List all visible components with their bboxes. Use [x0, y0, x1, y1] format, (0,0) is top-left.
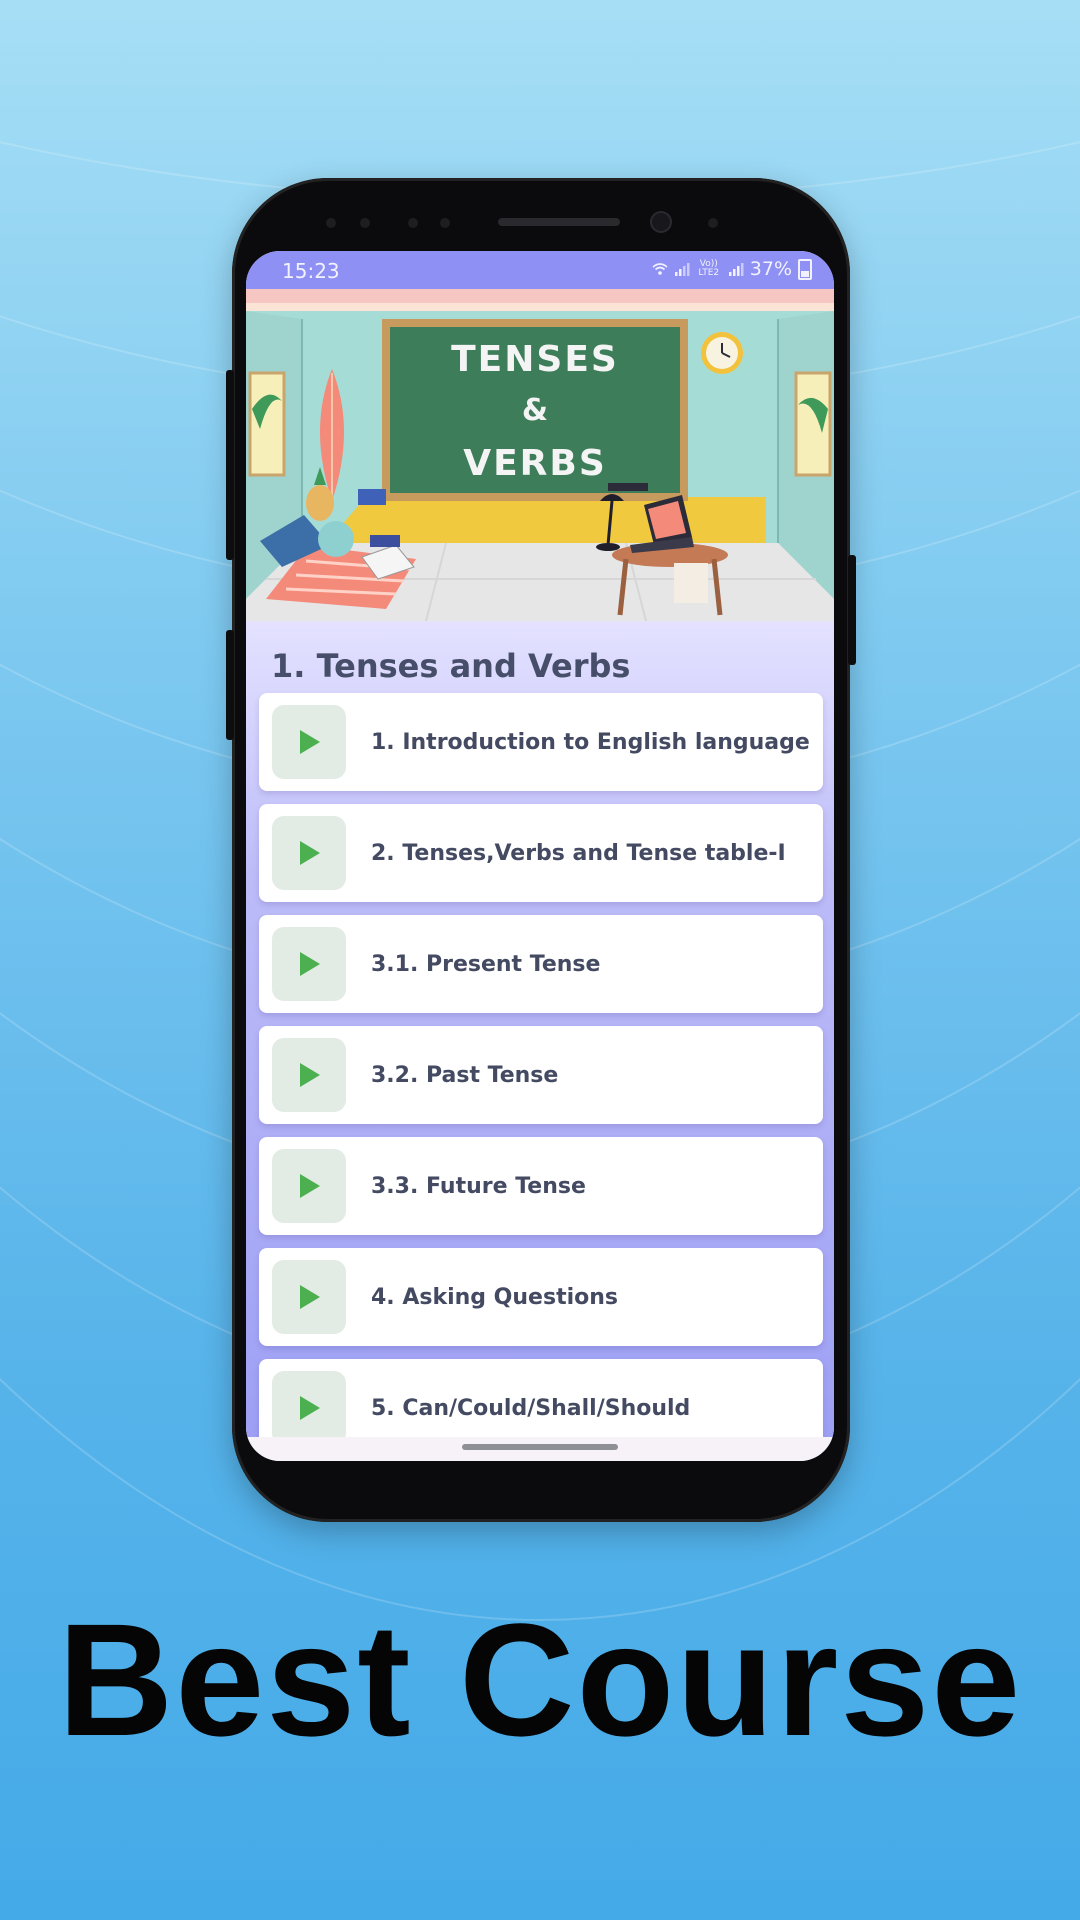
lesson-label: 3.1. Present Tense	[371, 951, 601, 977]
sensor-dot	[326, 218, 336, 228]
lesson-label: 5. Can/Could/Shall/Should	[371, 1395, 691, 1421]
lesson-item[interactable]: 3.3. Future Tense	[259, 1137, 823, 1235]
play-button[interactable]	[272, 705, 346, 779]
phone-screen: 15:23 Vo)) LTE2 37% TENSES & VERBS 1. Te…	[246, 251, 834, 1461]
play-button[interactable]	[272, 1260, 346, 1334]
status-icons: Vo)) LTE2 37%	[652, 258, 812, 280]
battery-icon	[798, 258, 812, 280]
promo-tagline: Best Course	[57, 1590, 1023, 1769]
front-camera	[652, 213, 670, 231]
board-line-2: &	[522, 393, 548, 428]
lesson-item[interactable]: 2. Tenses,Verbs and Tense table-I	[259, 804, 823, 902]
signal-icon	[674, 263, 690, 276]
lesson-list-panel: 1. Tenses and Verbs 1. Introduction to E…	[246, 621, 834, 1461]
board-line-3: VERBS	[463, 443, 607, 484]
volume-button	[226, 370, 234, 560]
status-bar: 15:23 Vo)) LTE2 37%	[246, 251, 834, 289]
sensor-dot	[440, 218, 450, 228]
sensor-dot	[708, 218, 718, 228]
board-line-1: TENSES	[451, 339, 619, 380]
lesson-label: 2. Tenses,Verbs and Tense table-I	[371, 840, 786, 866]
play-button[interactable]	[272, 1038, 346, 1112]
lesson-item[interactable]: 1. Introduction to English language	[259, 693, 823, 791]
lesson-item[interactable]: 4. Asking Questions	[259, 1248, 823, 1346]
play-button[interactable]	[272, 1371, 346, 1445]
play-icon	[300, 1174, 320, 1198]
lesson-label: 4. Asking Questions	[371, 1284, 618, 1310]
lesson-label: 3.3. Future Tense	[371, 1173, 586, 1199]
sensor-dot	[408, 218, 418, 228]
network-label: Vo)) LTE2	[698, 259, 720, 278]
section-title: 1. Tenses and Verbs	[271, 647, 631, 685]
home-gesture-handle[interactable]	[462, 1444, 618, 1450]
play-icon	[300, 730, 320, 754]
lesson-item[interactable]: 3.2. Past Tense	[259, 1026, 823, 1124]
power-button	[848, 555, 856, 665]
lesson-label: 3.2. Past Tense	[371, 1062, 559, 1088]
lesson-item[interactable]: 3.1. Present Tense	[259, 915, 823, 1013]
wifi-icon	[652, 263, 668, 275]
earpiece-speaker	[498, 218, 620, 226]
play-icon	[300, 1285, 320, 1309]
bixby-button	[226, 630, 234, 740]
navigation-bar	[246, 1437, 834, 1461]
play-icon	[300, 841, 320, 865]
battery-percent: 37%	[749, 258, 792, 280]
play-button[interactable]	[272, 1149, 346, 1223]
play-button[interactable]	[272, 927, 346, 1001]
sensor-dot	[360, 218, 370, 228]
lesson-label: 1. Introduction to English language	[371, 729, 810, 755]
play-icon	[300, 1063, 320, 1087]
play-icon	[300, 952, 320, 976]
signal-icon	[728, 263, 744, 276]
play-icon	[300, 1396, 320, 1420]
play-button[interactable]	[272, 816, 346, 890]
course-banner: TENSES & VERBS	[246, 289, 834, 621]
status-time: 15:23	[282, 259, 340, 283]
